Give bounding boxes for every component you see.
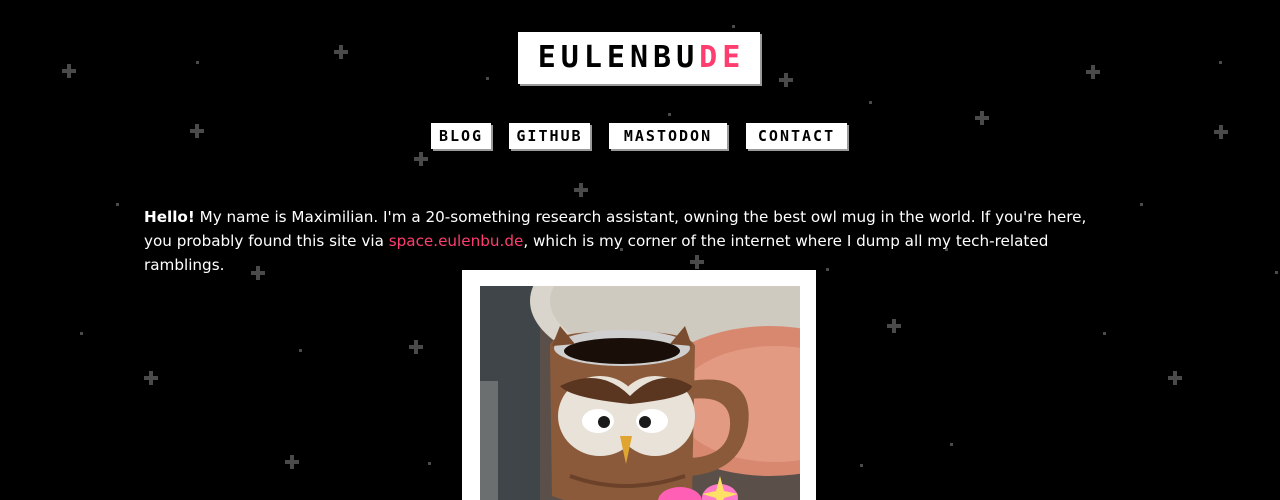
- star-icon: [334, 45, 348, 59]
- page: EULENBUDE BLOG GITHUB MASTODON CONTACT H…: [0, 0, 1280, 500]
- logo-main: EULENBU: [537, 40, 700, 75]
- star-icon: [414, 152, 428, 166]
- nav-blog-button[interactable]: BLOG: [431, 123, 491, 149]
- nav-github-button[interactable]: GITHUB: [509, 123, 590, 149]
- logo-accent: DE: [699, 40, 746, 75]
- star-icon: [409, 340, 423, 354]
- star-icon: [1168, 371, 1182, 385]
- main-nav: BLOG GITHUB MASTODON CONTACT: [0, 123, 1280, 151]
- space-blog-link[interactable]: space.eulenbu.de: [389, 232, 524, 250]
- star-icon: [144, 371, 158, 385]
- star-icon: [779, 73, 793, 87]
- star-icon: [1086, 65, 1100, 79]
- nav-contact-button[interactable]: CONTACT: [746, 123, 847, 149]
- logo-text: EULENBUDE: [533, 43, 746, 73]
- owl-mug-illustration: [480, 286, 800, 500]
- intro-paragraph: Hello! My name is Maximilian. I'm a 20-s…: [144, 205, 1104, 277]
- star-icon: [285, 455, 299, 469]
- star-icon: [887, 319, 901, 333]
- site-logo[interactable]: EULENBUDE: [518, 32, 760, 84]
- star-icon: [574, 183, 588, 197]
- nav-mastodon-button[interactable]: MASTODON: [609, 123, 727, 149]
- owl-mug-photo: [480, 286, 800, 500]
- intro-greeting: Hello!: [144, 208, 195, 227]
- photo-frame: [462, 270, 816, 500]
- star-icon: [62, 64, 76, 78]
